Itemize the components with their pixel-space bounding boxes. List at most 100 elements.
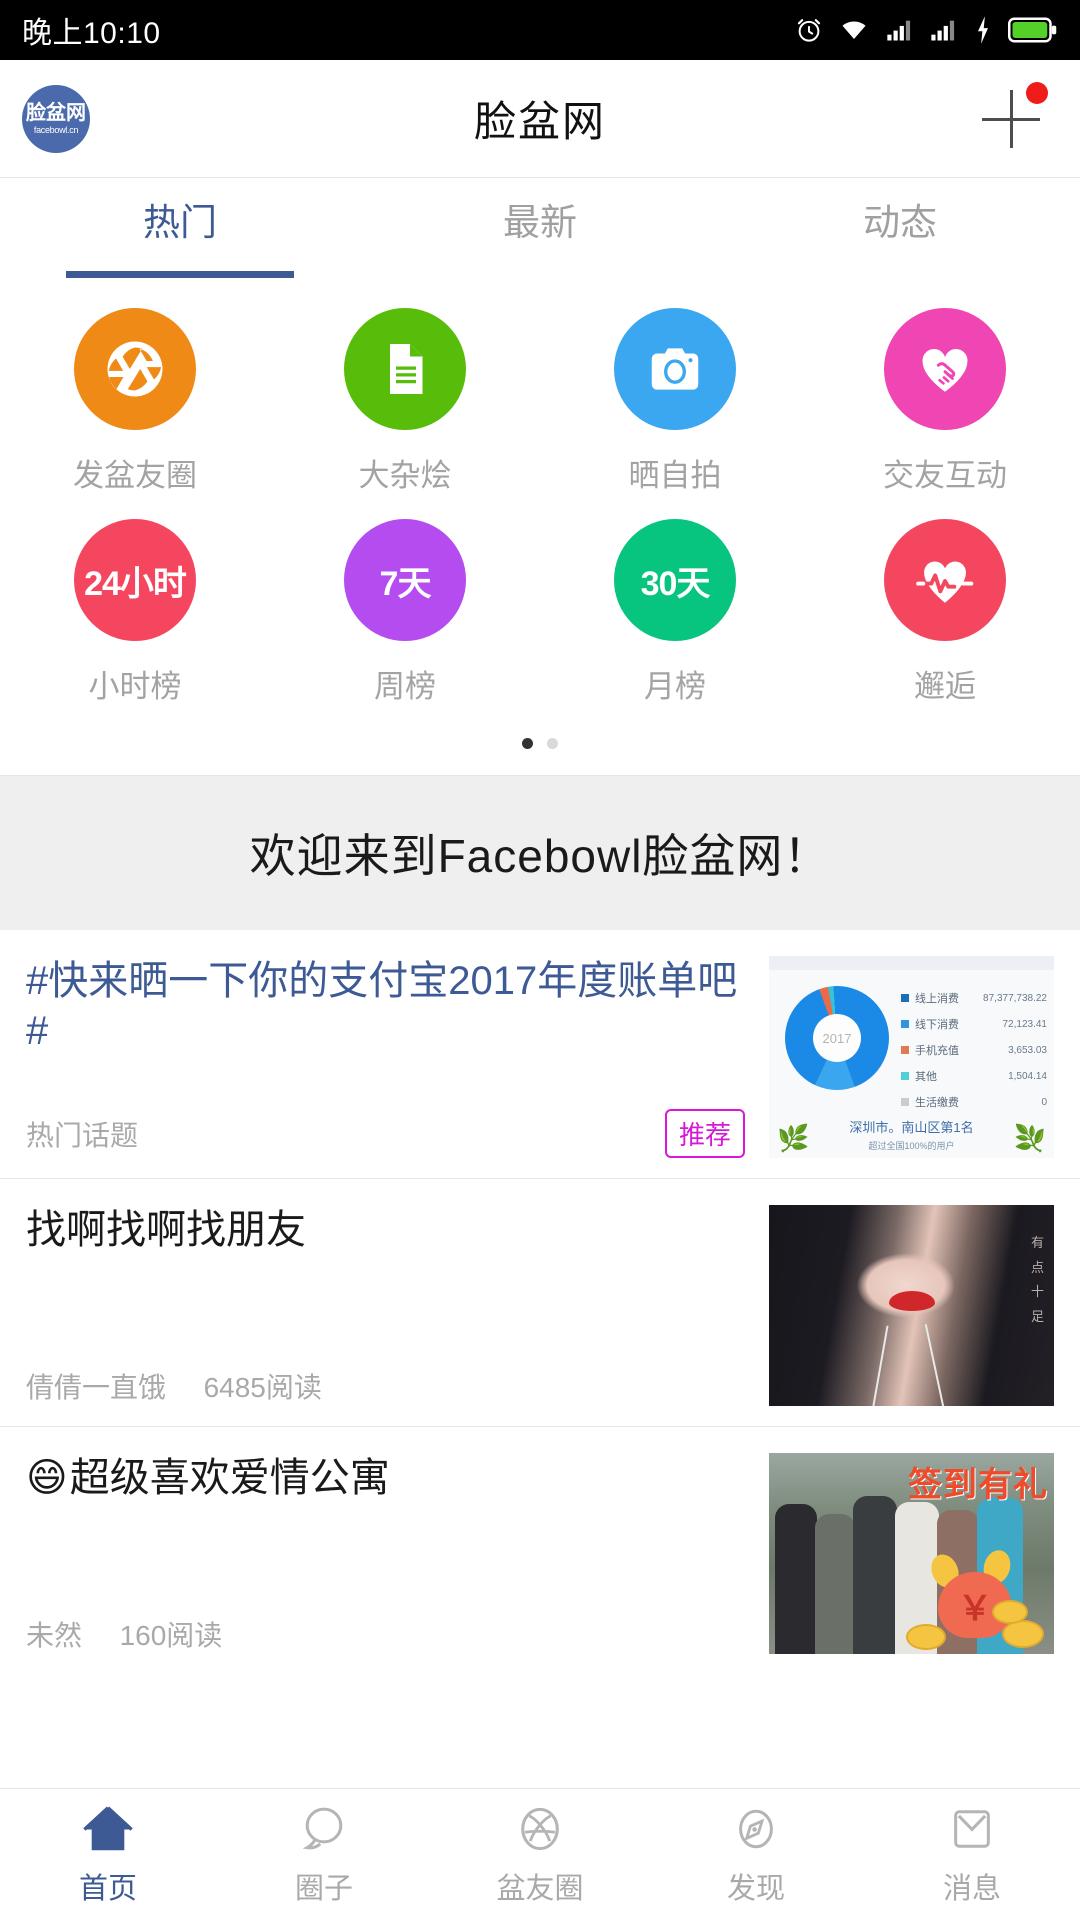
shortcut-social[interactable]: 交友互动	[810, 294, 1080, 505]
rank-badge-text: 7天	[379, 564, 432, 603]
plus-icon-horizontal	[982, 117, 1040, 121]
feed-item-meta: 倩倩一直饿 6485阅读	[26, 1366, 751, 1406]
nav-item-discover[interactable]: 发现	[648, 1803, 864, 1907]
legend-value: 0	[1041, 1096, 1047, 1108]
page-title: 脸盆网	[473, 98, 606, 145]
feed-item-author: 热门话题	[26, 1119, 139, 1151]
shortcut-monthly-rank[interactable]: 30天 月榜	[540, 505, 810, 716]
compass-icon	[739, 1809, 773, 1848]
tab-latest[interactable]: 最新	[360, 178, 720, 286]
legend-item: 生活缴费 0	[901, 1094, 1047, 1110]
feed-item[interactable]: 找啊找啊找朋友 倩倩一直饿 6485阅读 有点十足	[0, 1178, 1080, 1426]
feed-item-reads: 6485阅读	[203, 1372, 322, 1403]
signal-1-icon	[887, 20, 911, 41]
signal-2-icon	[931, 20, 955, 41]
shortcut-weekly-rank[interactable]: 7天 周榜	[270, 505, 540, 716]
portrait-photo: 有点十足	[769, 1205, 1054, 1406]
shortcut-mixed[interactable]: 大杂烩	[270, 294, 540, 505]
feed-item[interactable]: 😄超级喜欢爱情公寓 未然 160阅读 签到有礼 ￥	[0, 1426, 1080, 1674]
legend-swatch	[901, 994, 909, 1002]
status-icon-group	[794, 15, 1058, 45]
welcome-banner: 欢迎来到Facebowl脸盆网！	[0, 775, 1080, 930]
nav-item-moments[interactable]: 盆友圈	[432, 1803, 648, 1907]
person-silhouette	[853, 1496, 897, 1654]
feed-item-title[interactable]: 找啊找啊找朋友	[26, 1205, 751, 1255]
coin-icon	[992, 1600, 1028, 1624]
nav-item-messages[interactable]: 消息	[864, 1803, 1080, 1907]
coin-icon	[906, 1624, 946, 1650]
feed-item-thumbnail[interactable]: 有点十足	[769, 1205, 1054, 1406]
tab-latest-label: 最新	[503, 202, 577, 243]
app-root: 晚上10:10 脸盆网 facebowl.cn 脸盆网 热门 最新 动态 发盆友…	[0, 0, 1080, 1920]
alipay-bill-chart: 2017 线上消费 87,377,738.22 线下消费 72,123.41 手…	[769, 956, 1054, 1158]
feed-item-thumbnail[interactable]: 签到有礼 ￥	[769, 1453, 1054, 1654]
rank-7d-badge: 7天	[344, 519, 466, 641]
legend-label: 线上消费	[915, 993, 959, 1005]
currency-symbol: ￥	[958, 1589, 992, 1628]
page-dot-1[interactable]	[522, 738, 533, 749]
shortcut-post-moment[interactable]: 发盆友圈	[0, 294, 270, 505]
heart-pulse-icon	[884, 519, 1006, 641]
legend-item: 其他 1,504.14	[901, 1068, 1047, 1084]
feed-item-title[interactable]: 😄超级喜欢爱情公寓	[26, 1453, 751, 1503]
aperture-icon	[521, 1807, 559, 1850]
feed-item[interactable]: #快来晒一下你的支付宝2017年度账单吧# 热门话题 推荐 2017 线上消费	[0, 930, 1080, 1178]
shortcut-label: 交友互动	[883, 458, 1007, 493]
page-dot-2[interactable]	[547, 738, 558, 749]
legend-item: 手机充值 3,653.03	[901, 1042, 1047, 1058]
person-silhouette	[815, 1514, 855, 1654]
feed-item-author-reads: 倩倩一直饿 6485阅读	[26, 1366, 322, 1406]
shortcut-row-2: 24小时 小时榜 7天 周榜 30天 月榜 邂逅	[0, 505, 1080, 716]
laughing-emoji-icon: 😄	[26, 1456, 68, 1500]
shortcut-encounter[interactable]: 邂逅	[810, 505, 1080, 716]
feed-item-body: 😄超级喜欢爱情公寓 未然 160阅读	[26, 1453, 769, 1654]
feed-item-author: 倩倩一直饿	[26, 1372, 167, 1403]
chart-legend: 线上消费 87,377,738.22 线下消费 72,123.41 手机充值 3…	[901, 990, 1047, 1120]
nav-item-home[interactable]: 首页	[0, 1803, 216, 1907]
logo-line1: 脸盆网	[26, 101, 86, 124]
legend-swatch	[901, 1020, 909, 1028]
photo-vertical-text: 有点十足	[1030, 1235, 1044, 1325]
add-button[interactable]	[976, 81, 1048, 154]
chart-footer: 深圳市。南山区第1名 超过全国100%的用户	[769, 1117, 1054, 1152]
legend-value: 3,653.03	[1008, 1044, 1047, 1056]
nav-label: 消息	[942, 1872, 1001, 1905]
tab-feed-label: 动态	[863, 202, 937, 243]
battery-icon	[1008, 17, 1057, 43]
feed-item-body: #快来晒一下你的支付宝2017年度账单吧# 热门话题 推荐	[26, 956, 769, 1158]
shortcut-grid: 发盆友圈 大杂烩 晒自拍 交友互动 24小时 小时榜 7天 周榜 30天 月榜 …	[0, 286, 1080, 775]
feed-item-title[interactable]: #快来晒一下你的支付宝2017年度账单吧#	[26, 956, 751, 1056]
earbud-cable-right	[924, 1324, 952, 1406]
shortcut-label: 周榜	[374, 669, 436, 704]
handshake-heart-icon	[884, 308, 1006, 430]
charging-icon	[978, 16, 988, 44]
status-bar: 晚上10:10	[0, 0, 1080, 60]
nav-label: 发现	[726, 1872, 785, 1905]
nav-item-circles[interactable]: 圈子	[216, 1803, 432, 1907]
feed-item-title-text: 超级喜欢爱情公寓	[69, 1456, 390, 1500]
legend-swatch	[901, 1072, 909, 1080]
nav-label: 盆友圈	[496, 1872, 584, 1905]
envelope-icon	[954, 1809, 990, 1848]
coin-icon	[1002, 1620, 1044, 1648]
shortcut-hourly-rank[interactable]: 24小时 小时榜	[0, 505, 270, 716]
tab-hot-label: 热门	[143, 202, 217, 243]
shortcut-label: 晒自拍	[628, 458, 722, 493]
feed-item-body: 找啊找啊找朋友 倩倩一直饿 6485阅读	[26, 1205, 769, 1406]
rank-badge-text: 24小时	[84, 564, 187, 603]
feed-item-thumbnail[interactable]: 2017 线上消费 87,377,738.22 线下消费 72,123.41 手…	[769, 956, 1054, 1158]
status-badge: 推荐	[664, 1109, 745, 1158]
legend-item: 线上消费 87,377,738.22	[901, 990, 1047, 1006]
tab-hot[interactable]: 热门	[0, 178, 360, 286]
legend-label: 生活缴费	[915, 1097, 959, 1109]
tab-feed[interactable]: 动态	[720, 178, 1080, 286]
shortcut-selfie[interactable]: 晒自拍	[540, 294, 810, 505]
legend-value: 72,123.41	[1002, 1018, 1048, 1030]
feed-list: #快来晒一下你的支付宝2017年度账单吧# 热门话题 推荐 2017 线上消费	[0, 930, 1080, 1788]
legend-swatch	[901, 1098, 909, 1106]
rank-30d-badge: 30天	[614, 519, 736, 641]
legend-swatch	[901, 1046, 909, 1054]
app-logo[interactable]: 脸盆网 facebowl.cn	[22, 84, 90, 153]
welcome-text: 欢迎来到Facebowl脸盆网！	[249, 830, 831, 882]
shortcut-label: 大杂烩	[358, 458, 452, 493]
